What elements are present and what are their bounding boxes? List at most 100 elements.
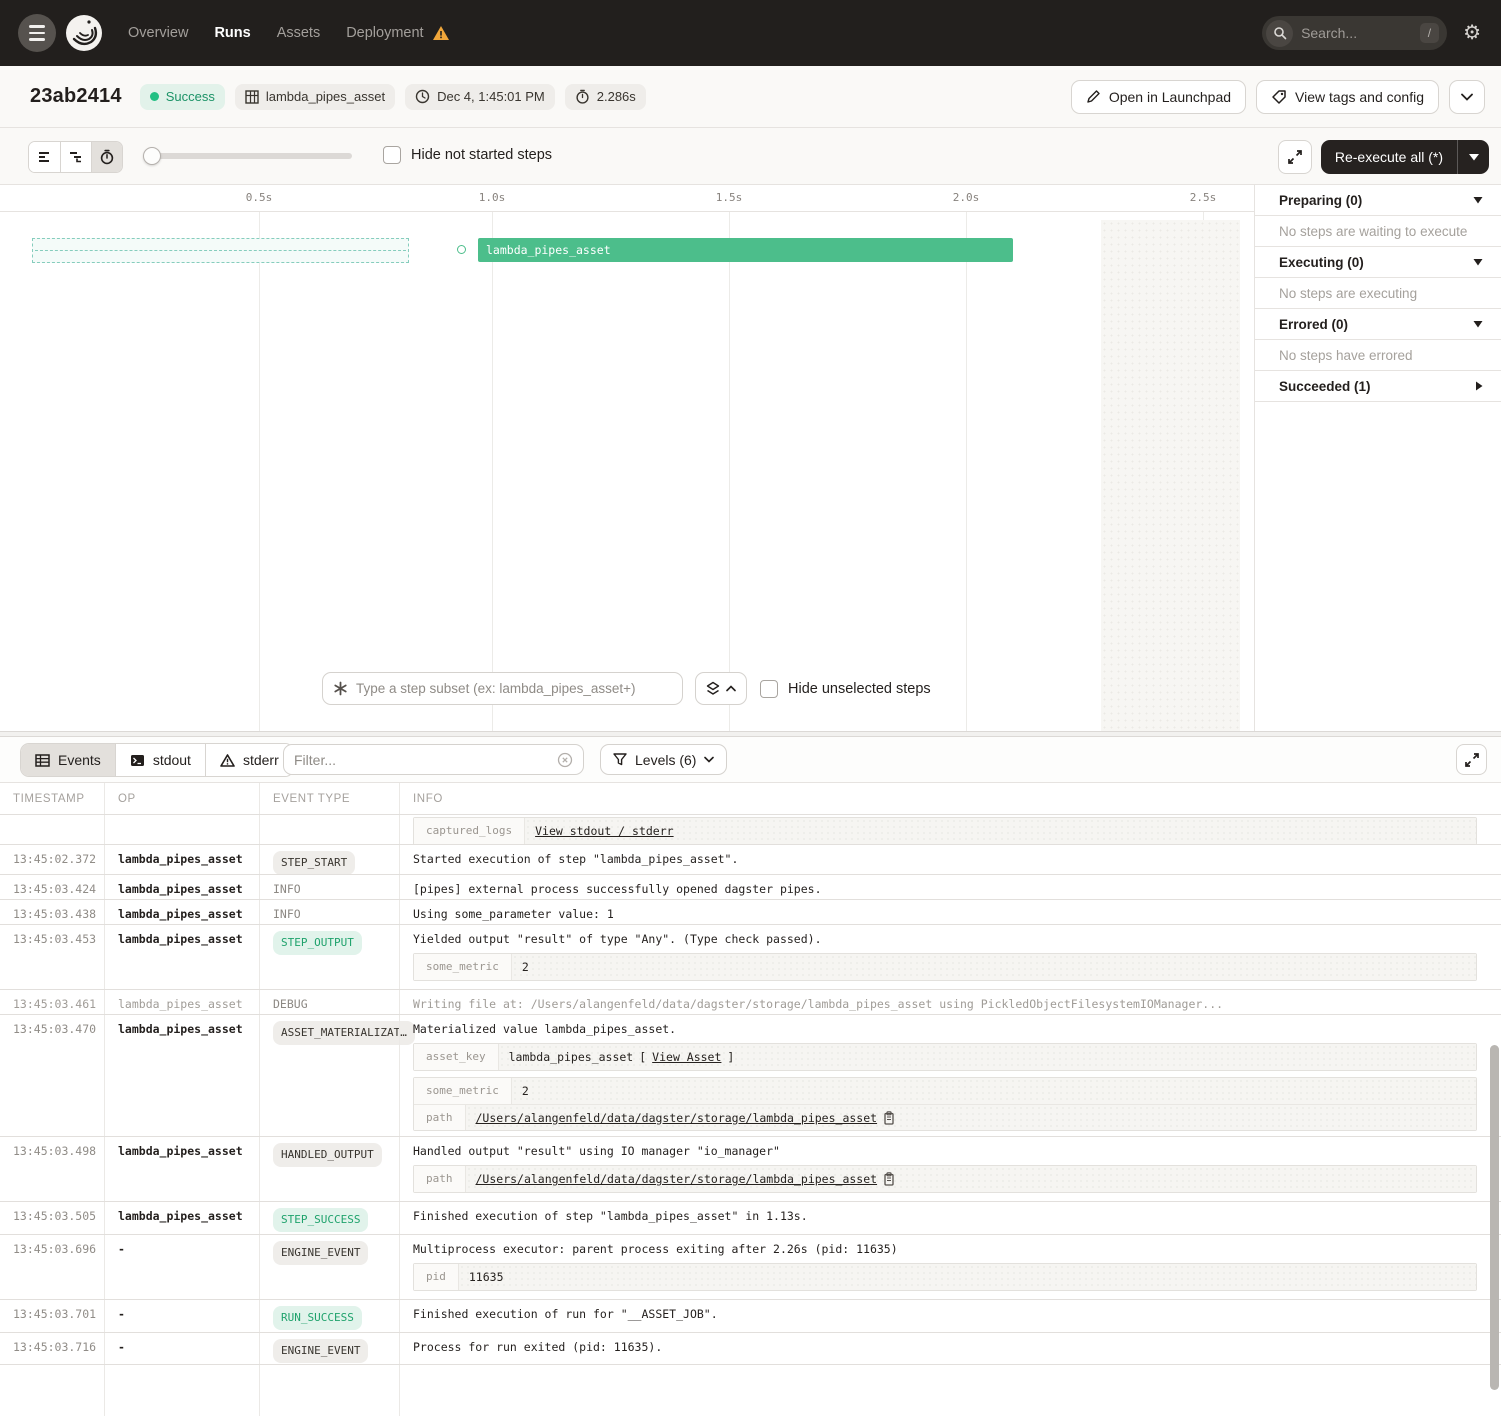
gear-icon[interactable]: ⚙ — [1463, 23, 1481, 43]
event-timestamp: 13:45:03.453 — [0, 925, 104, 989]
event-log-row[interactable]: captured_logsView stdout / stderr — [0, 815, 1501, 845]
log-scrollbar-thumb[interactable] — [1490, 1045, 1499, 1390]
search-input[interactable]: Search... / — [1262, 16, 1447, 50]
metadata-key: some_metric — [414, 954, 512, 980]
events-grid-icon — [35, 754, 50, 767]
hide-not-started-checkbox[interactable]: Hide not started steps — [383, 146, 552, 164]
hide-not-started-checkbox-box[interactable] — [383, 146, 401, 164]
event-info-text: Process for run exited (pid: 11635). — [413, 1339, 1489, 1355]
sidebar-section-empty-message: No steps are waiting to execute — [1255, 216, 1501, 247]
metadata-link[interactable]: View stdout / stderr — [535, 823, 673, 839]
tab-stderr[interactable]: stderr — [205, 744, 293, 776]
levels-chevron-down-icon — [704, 756, 714, 763]
copy-icon[interactable] — [883, 1172, 895, 1186]
event-log-row[interactable]: 13:45:03.505lambda_pipes_assetSTEP_SUCCE… — [0, 1202, 1501, 1235]
reexecute-dropdown-icon[interactable] — [1457, 140, 1489, 174]
hide-unselected-checkbox-box[interactable] — [760, 680, 778, 698]
job-tag[interactable]: lambda_pipes_asset — [235, 84, 395, 110]
caret-down-icon — [1473, 258, 1483, 266]
timeline-tick-label: 1.5s — [699, 191, 759, 204]
event-info-cell: Handled output "result" using IO manager… — [399, 1137, 1501, 1201]
event-type-cell: STEP_OUTPUT — [259, 925, 399, 989]
timeline-gridline — [492, 212, 493, 731]
event-type-badge: HANDLED_OUTPUT — [273, 1143, 382, 1167]
event-info-cell: Finished execution of step "lambda_pipes… — [399, 1202, 1501, 1234]
event-info-cell: Yielded output "result" of type "Any". (… — [399, 925, 1501, 989]
event-type-badge: RUN_SUCCESS — [273, 1306, 362, 1330]
zoom-slider-knob[interactable] — [143, 147, 161, 165]
gantt-step-bar[interactable]: lambda_pipes_asset — [478, 238, 1013, 262]
event-type-label: INFO — [273, 907, 301, 921]
event-info-cell: Materialized value lambda_pipes_asset.as… — [399, 1015, 1501, 1136]
clear-filter-icon[interactable] — [557, 752, 573, 768]
hamburger-menu-icon[interactable] — [18, 14, 56, 52]
metadata-row: path/Users/alangenfeld/data/dagster/stor… — [414, 1166, 1476, 1192]
dagster-logo-icon[interactable] — [64, 13, 104, 53]
event-type-cell: ASSET_MATERIALIZAT… — [259, 1015, 399, 1136]
nav-item-runs[interactable]: Runs — [214, 25, 250, 41]
step-layers-button[interactable] — [695, 672, 747, 705]
metadata-link[interactable]: View Asset — [652, 1049, 721, 1065]
caret-down-icon — [1473, 196, 1483, 204]
clock-icon — [415, 89, 430, 104]
open-in-launchpad-button[interactable]: Open in Launchpad — [1071, 80, 1246, 114]
sidebar-section-errored[interactable]: Errored (0) — [1255, 309, 1501, 340]
metadata-link[interactable]: /Users/alangenfeld/data/dagster/storage/… — [476, 1171, 878, 1187]
event-log-row[interactable]: 13:45:03.716-ENGINE_EVENTProcess for run… — [0, 1333, 1501, 1365]
log-filter-input[interactable]: Filter... — [283, 744, 584, 775]
metadata-link[interactable]: /Users/alangenfeld/data/dagster/storage/… — [476, 1110, 878, 1126]
gantt-timeline-ruler: 0.5s1.0s1.5s2.0s2.5s — [0, 185, 1254, 212]
sidebar-section-preparing[interactable]: Preparing (0) — [1255, 185, 1501, 216]
nav-item-assets[interactable]: Assets — [277, 25, 321, 41]
levels-filter-button[interactable]: Levels (6) — [600, 744, 727, 775]
event-log-row[interactable]: 13:45:03.453lambda_pipes_assetSTEP_OUTPU… — [0, 925, 1501, 990]
event-info-text: Writing file at: /Users/alangenfeld/data… — [413, 996, 1489, 1012]
zoom-slider[interactable] — [145, 149, 352, 163]
event-metadata-table: some_metric2path/Users/alangenfeld/data/… — [413, 1077, 1477, 1131]
flat-view-icon[interactable] — [29, 142, 60, 172]
tab-events[interactable]: Events — [21, 744, 115, 776]
event-log-row[interactable]: 13:45:03.498lambda_pipes_assetHANDLED_OU… — [0, 1137, 1501, 1202]
event-log-table: TIMESTAMPOPEVENT TYPEINFO captured_logsV… — [0, 782, 1501, 1416]
reexecute-all-button[interactable]: Re-execute all (*) — [1321, 140, 1489, 174]
event-type-label: INFO — [273, 882, 301, 896]
step-subset-input[interactable]: Type a step subset (ex: lambda_pipes_ass… — [322, 672, 683, 705]
step-start-marker-icon — [457, 245, 466, 254]
event-type-cell: DEBUG — [259, 990, 399, 1014]
nav-item-deployment[interactable]: Deployment — [346, 25, 423, 41]
event-log-row[interactable]: 13:45:03.461lambda_pipes_assetDEBUGWriti… — [0, 990, 1501, 1015]
stderr-warning-icon — [220, 754, 235, 767]
metadata-key: pid — [414, 1264, 459, 1290]
waterfall-view-icon[interactable] — [60, 142, 91, 172]
event-log-row[interactable]: 13:45:02.372lambda_pipes_assetSTEP_START… — [0, 845, 1501, 875]
event-op: - — [104, 1300, 259, 1332]
event-log-row[interactable]: 13:45:03.696-ENGINE_EVENTMultiprocess ex… — [0, 1235, 1501, 1300]
sidebar-section-succeeded[interactable]: Succeeded (1) — [1255, 371, 1501, 402]
event-op: lambda_pipes_asset — [104, 1015, 259, 1136]
event-info-text: Materialized value lambda_pipes_asset. — [413, 1021, 1489, 1037]
column-header-info: INFO — [399, 783, 1501, 814]
event-log-header: TIMESTAMPOPEVENT TYPEINFO — [0, 782, 1501, 815]
event-log-row[interactable]: 13:45:03.438lambda_pipes_assetINFOUsing … — [0, 900, 1501, 925]
event-info-cell: Finished execution of run for "__ASSET_J… — [399, 1300, 1501, 1332]
event-op: lambda_pipes_asset — [104, 845, 259, 875]
hide-unselected-checkbox[interactable]: Hide unselected steps — [760, 680, 931, 698]
event-timestamp: 13:45:02.372 — [0, 845, 104, 875]
view-tags-config-button[interactable]: View tags and config — [1256, 80, 1439, 114]
log-toolbar: Events stdout stderr Filter... — [0, 737, 1501, 782]
copy-icon[interactable] — [883, 1111, 895, 1125]
event-log-row[interactable]: 13:45:03.701-RUN_SUCCESSFinished executi… — [0, 1300, 1501, 1333]
tab-stdout[interactable]: stdout — [115, 744, 205, 776]
caret-right-icon — [1475, 381, 1483, 391]
nav-item-overview[interactable]: Overview — [128, 25, 188, 41]
event-info-text: Multiprocess executor: parent process ex… — [413, 1241, 1489, 1257]
log-fullscreen-icon[interactable] — [1456, 744, 1487, 775]
event-log-row[interactable]: 13:45:03.424lambda_pipes_assetINFO[pipes… — [0, 875, 1501, 900]
timed-view-icon[interactable] — [91, 142, 122, 172]
metadata-value: View stdout / stderr — [525, 818, 1476, 844]
sidebar-section-executing[interactable]: Executing (0) — [1255, 247, 1501, 278]
gantt-fullscreen-icon[interactable] — [1278, 140, 1312, 174]
timeline-tick-label: 2.0s — [936, 191, 996, 204]
run-actions-chevron-button[interactable] — [1449, 80, 1485, 114]
event-log-row[interactable]: 13:45:03.470lambda_pipes_assetASSET_MATE… — [0, 1015, 1501, 1137]
